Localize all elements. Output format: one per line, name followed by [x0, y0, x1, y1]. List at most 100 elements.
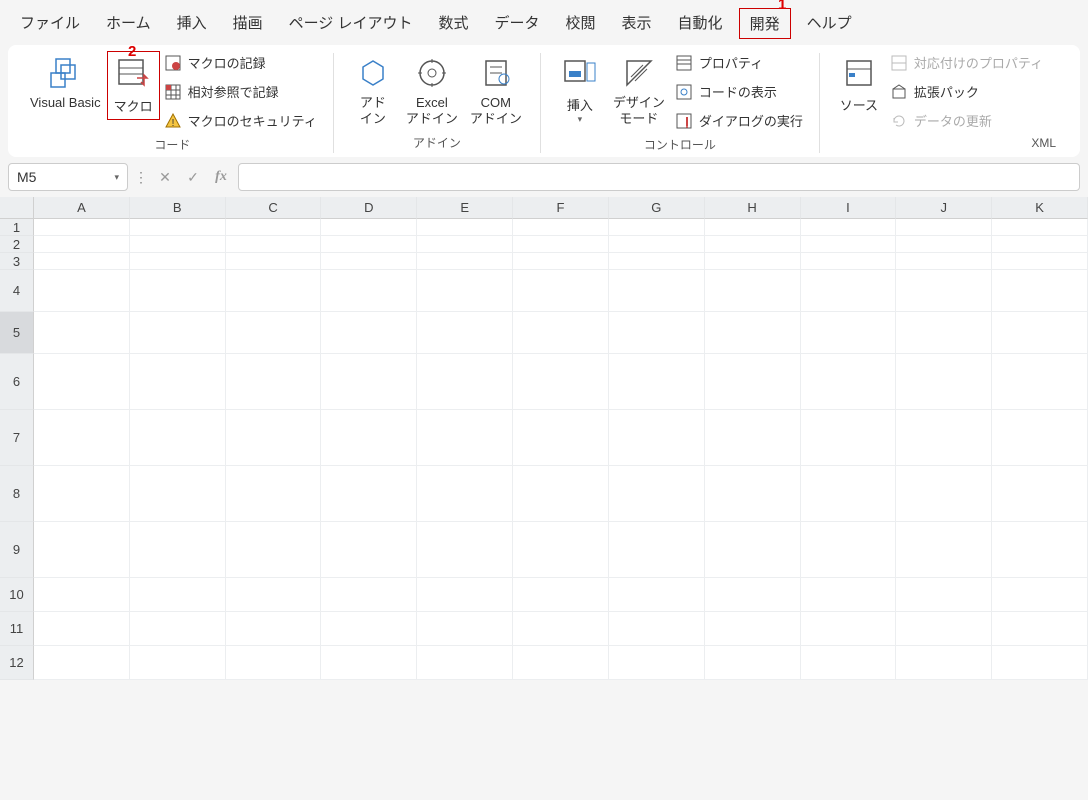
cell[interactable]	[896, 253, 992, 270]
cell[interactable]	[226, 578, 322, 612]
cell[interactable]	[896, 312, 992, 354]
cell[interactable]	[130, 612, 226, 646]
cell[interactable]	[896, 410, 992, 466]
cell[interactable]	[226, 522, 322, 578]
cell[interactable]	[896, 270, 992, 312]
cell[interactable]	[609, 253, 705, 270]
cell[interactable]	[513, 219, 609, 236]
relative-reference-button[interactable]: 相対参照で記録	[164, 82, 317, 101]
cell[interactable]	[896, 646, 992, 680]
visual-basic-button[interactable]: Visual Basic	[24, 51, 107, 114]
cell[interactable]	[34, 236, 130, 253]
macros-button[interactable]: マクロ	[107, 51, 160, 120]
cell[interactable]	[705, 410, 801, 466]
menu-review[interactable]: 校閲	[556, 8, 606, 39]
formula-input[interactable]	[238, 163, 1080, 191]
cell[interactable]	[513, 612, 609, 646]
cell[interactable]	[992, 312, 1088, 354]
cell[interactable]	[801, 270, 897, 312]
cell[interactable]	[417, 236, 513, 253]
cell[interactable]	[992, 466, 1088, 522]
row-header[interactable]: 7	[0, 410, 34, 466]
cell[interactable]	[130, 312, 226, 354]
cell[interactable]	[801, 578, 897, 612]
cell[interactable]	[34, 270, 130, 312]
cell[interactable]	[130, 522, 226, 578]
cell[interactable]	[705, 219, 801, 236]
xml-expansion-packs-button[interactable]: 拡張パック	[890, 82, 1043, 101]
cell[interactable]	[417, 270, 513, 312]
cell[interactable]	[705, 236, 801, 253]
cell[interactable]	[321, 612, 417, 646]
menu-formulas[interactable]: 数式	[428, 8, 478, 39]
name-box[interactable]: M5 ▾	[8, 163, 128, 191]
row-header[interactable]: 8	[0, 466, 34, 522]
cell[interactable]	[34, 253, 130, 270]
cell[interactable]	[609, 522, 705, 578]
cell[interactable]	[130, 354, 226, 410]
row-header[interactable]: 6	[0, 354, 34, 410]
cell[interactable]	[513, 646, 609, 680]
row-header[interactable]: 11	[0, 612, 34, 646]
cell[interactable]	[321, 466, 417, 522]
cell[interactable]	[705, 646, 801, 680]
cell[interactable]	[513, 522, 609, 578]
cell[interactable]	[417, 219, 513, 236]
column-header[interactable]: H	[705, 197, 801, 219]
cell[interactable]	[321, 410, 417, 466]
cell[interactable]	[992, 236, 1088, 253]
cell[interactable]	[896, 612, 992, 646]
cell[interactable]	[992, 612, 1088, 646]
excel-addins-button[interactable]: Excel アドイン	[400, 51, 464, 130]
cell[interactable]	[705, 312, 801, 354]
cell[interactable]	[34, 219, 130, 236]
menu-developer[interactable]: 開発	[739, 8, 791, 39]
cell[interactable]	[130, 270, 226, 312]
cell[interactable]	[34, 578, 130, 612]
menu-view[interactable]: 表示	[612, 8, 662, 39]
xml-map-properties-button[interactable]: 対応付けのプロパティ	[890, 53, 1043, 72]
cell[interactable]	[34, 612, 130, 646]
cell[interactable]	[513, 253, 609, 270]
cell[interactable]	[801, 253, 897, 270]
cell[interactable]	[896, 354, 992, 410]
cell[interactable]	[130, 466, 226, 522]
row-header[interactable]: 10	[0, 578, 34, 612]
cell[interactable]	[130, 219, 226, 236]
cell[interactable]	[609, 312, 705, 354]
cell[interactable]	[226, 312, 322, 354]
cell[interactable]	[896, 466, 992, 522]
cell[interactable]	[609, 410, 705, 466]
cell[interactable]	[130, 646, 226, 680]
column-header[interactable]: B	[130, 197, 226, 219]
cell[interactable]	[226, 219, 322, 236]
view-code-button[interactable]: コードの表示	[675, 82, 803, 101]
menu-help[interactable]: ヘルプ	[797, 8, 862, 39]
cell[interactable]	[801, 354, 897, 410]
row-header[interactable]: 9	[0, 522, 34, 578]
cell[interactable]	[226, 354, 322, 410]
cell[interactable]	[34, 466, 130, 522]
cell[interactable]	[417, 646, 513, 680]
design-mode-button[interactable]: デザイン モード	[607, 51, 671, 130]
select-all-corner[interactable]	[0, 197, 34, 219]
cell[interactable]	[705, 253, 801, 270]
cell[interactable]	[705, 522, 801, 578]
cell[interactable]	[130, 578, 226, 612]
cell[interactable]	[896, 522, 992, 578]
cell[interactable]	[609, 354, 705, 410]
cell[interactable]	[34, 312, 130, 354]
menu-home[interactable]: ホーム	[96, 8, 161, 39]
cell[interactable]	[513, 236, 609, 253]
cell[interactable]	[130, 410, 226, 466]
cell[interactable]	[321, 578, 417, 612]
cell[interactable]	[321, 253, 417, 270]
cell[interactable]	[321, 270, 417, 312]
cell[interactable]	[513, 312, 609, 354]
xml-source-button[interactable]: ソース	[832, 51, 886, 118]
cell[interactable]	[321, 522, 417, 578]
column-header[interactable]: E	[417, 197, 513, 219]
cell[interactable]	[609, 466, 705, 522]
cell[interactable]	[513, 578, 609, 612]
cell[interactable]	[513, 270, 609, 312]
